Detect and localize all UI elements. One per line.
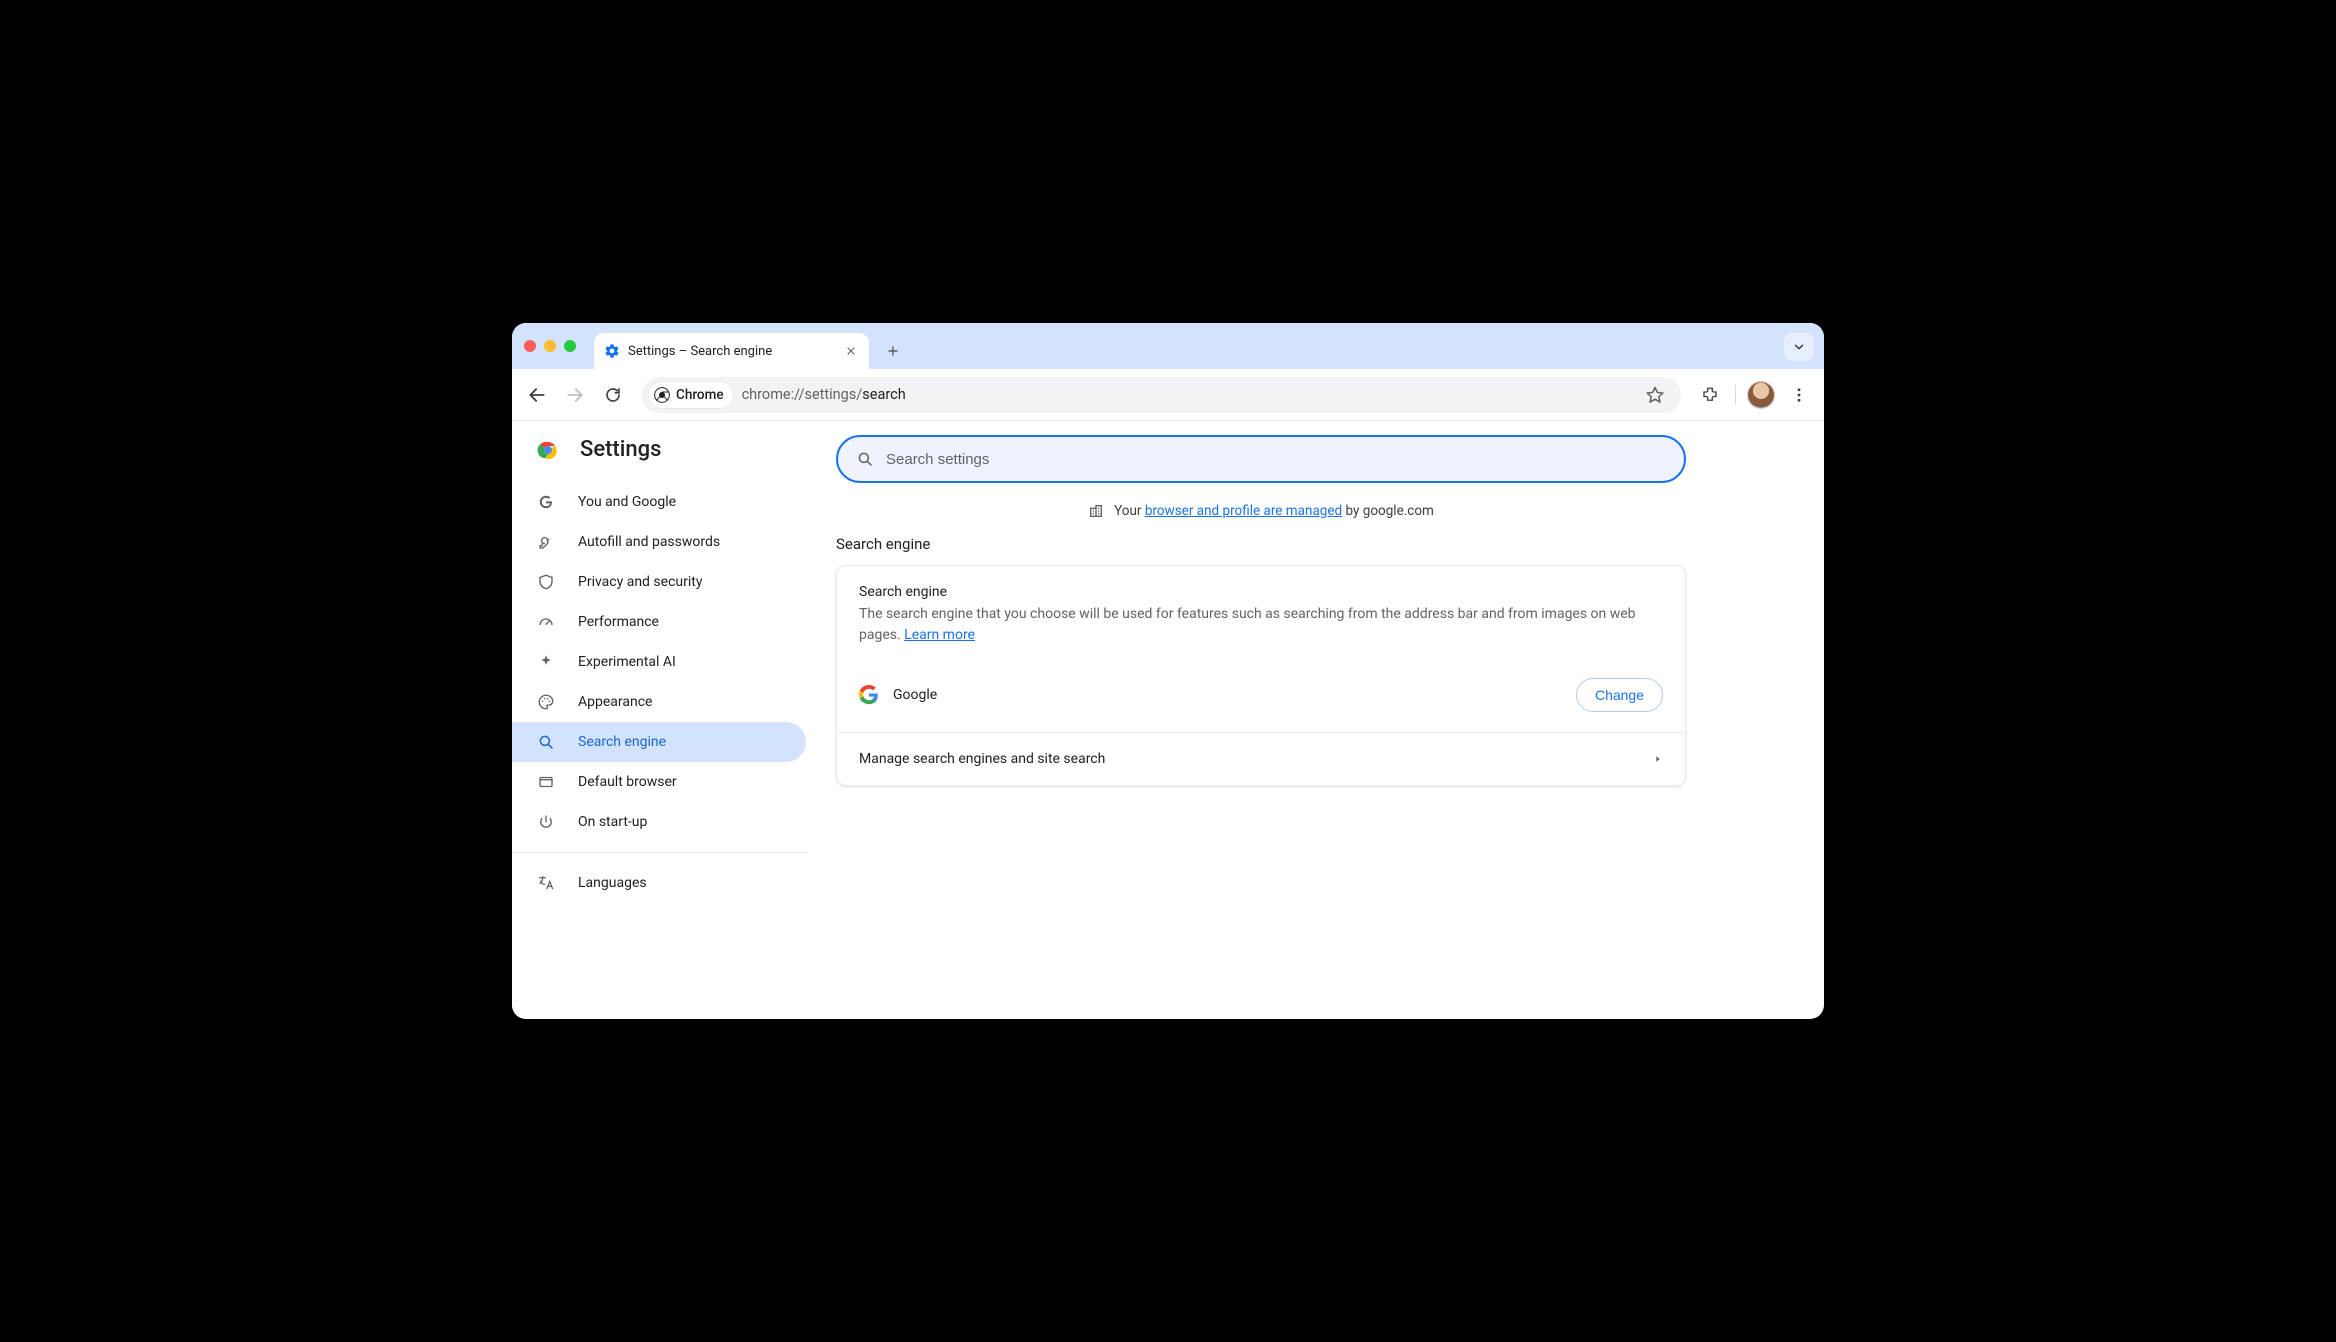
sidebar-item-you-and-google[interactable]: You and Google	[512, 482, 806, 522]
chrome-menu-button[interactable]	[1782, 378, 1816, 412]
translate-icon	[536, 873, 556, 893]
sidebar-item-label: You and Google	[578, 494, 676, 510]
search-settings-field[interactable]	[836, 435, 1686, 483]
managed-text: Your browser and profile are managed by …	[1114, 503, 1434, 519]
sidebar-item-label: On start-up	[578, 814, 647, 830]
browser-tab[interactable]: Settings – Search engine	[594, 333, 869, 369]
toolbar-separator	[1735, 385, 1736, 405]
sidebar-item-on-startup[interactable]: On start-up	[512, 802, 806, 842]
close-window-button[interactable]	[524, 340, 536, 352]
tab-strip: Settings – Search engine	[512, 323, 1824, 369]
forward-button[interactable]	[558, 378, 592, 412]
change-engine-button[interactable]: Change	[1576, 678, 1663, 712]
sidebar-item-languages[interactable]: Languages	[512, 863, 806, 903]
managed-building-icon	[1088, 503, 1104, 519]
avatar-icon	[1747, 381, 1775, 409]
fullscreen-window-button[interactable]	[564, 340, 576, 352]
profile-button[interactable]	[1744, 378, 1778, 412]
sidebar-item-label: Performance	[578, 614, 659, 630]
settings-gear-icon	[604, 343, 620, 359]
content-area: Settings You and Google Autofill and pas…	[512, 421, 1824, 1019]
address-bar[interactable]: Chrome chrome://settings/search	[642, 377, 1681, 413]
sidebar-item-appearance[interactable]: Appearance	[512, 682, 806, 722]
search-settings-input[interactable]	[886, 451, 1666, 468]
sidebar-item-label: Languages	[578, 875, 647, 891]
sidebar-item-performance[interactable]: Performance	[512, 602, 806, 642]
close-tab-button[interactable]	[843, 343, 859, 359]
sidebar-item-label: Experimental AI	[578, 654, 676, 670]
selected-engine-row: Google Change	[837, 664, 1685, 732]
bookmark-star-icon[interactable]	[1641, 381, 1669, 409]
browser-toolbar: Chrome chrome://settings/search	[512, 369, 1824, 421]
shield-icon	[536, 572, 556, 592]
sidebar-item-label: Appearance	[578, 694, 652, 710]
card-description: The search engine that you choose will b…	[859, 604, 1663, 646]
sidebar-item-label: Default browser	[578, 774, 677, 790]
search-icon	[856, 450, 874, 468]
managed-link[interactable]: browser and profile are managed	[1145, 503, 1342, 519]
url-text: chrome://settings/search	[742, 386, 906, 403]
selected-engine-name: Google	[893, 687, 1562, 703]
chevron-right-icon	[1653, 754, 1663, 764]
section-title: Search engine	[836, 535, 1686, 553]
key-icon	[536, 532, 556, 552]
sidebar-nav: You and Google Autofill and passwords Pr…	[512, 478, 822, 907]
sidebar-item-autofill[interactable]: Autofill and passwords	[512, 522, 806, 562]
browser-window-icon	[536, 772, 556, 792]
palette-icon	[536, 692, 556, 712]
sidebar-divider	[512, 852, 806, 853]
sidebar-header: Settings	[512, 437, 822, 478]
sidebar-item-privacy[interactable]: Privacy and security	[512, 562, 806, 602]
reload-button[interactable]	[596, 378, 630, 412]
sidebar-item-default-browser[interactable]: Default browser	[512, 762, 806, 802]
card-label: Search engine	[859, 584, 1663, 600]
search-icon	[536, 732, 556, 752]
chrome-chip-icon	[654, 387, 670, 403]
settings-main: Your browser and profile are managed by …	[822, 421, 1824, 1019]
settings-sidebar: Settings You and Google Autofill and pas…	[512, 421, 822, 1019]
site-chip-label: Chrome	[676, 387, 724, 403]
sidebar-title: Settings	[580, 437, 661, 462]
sidebar-item-label: Autofill and passwords	[578, 534, 720, 550]
managed-notice: Your browser and profile are managed by …	[836, 503, 1686, 519]
sidebar-item-search-engine[interactable]: Search engine	[512, 722, 806, 762]
speedometer-icon	[536, 612, 556, 632]
google-g-icon	[536, 492, 556, 512]
site-chip[interactable]: Chrome	[648, 381, 734, 409]
browser-window: Settings – Search engine	[512, 323, 1824, 1019]
tab-title: Settings – Search engine	[628, 344, 835, 359]
sparkle-icon	[536, 652, 556, 672]
sidebar-item-label: Search engine	[578, 734, 666, 750]
card-header-block: Search engine The search engine that you…	[837, 566, 1685, 664]
search-engine-card: Search engine The search engine that you…	[836, 565, 1686, 786]
manage-row-label: Manage search engines and site search	[859, 751, 1105, 767]
sidebar-item-label: Privacy and security	[578, 574, 702, 590]
sidebar-item-experimental-ai[interactable]: Experimental AI	[512, 642, 806, 682]
extensions-button[interactable]	[1693, 378, 1727, 412]
tab-overflow-button[interactable]	[1784, 333, 1814, 361]
manage-search-engines-row[interactable]: Manage search engines and site search	[837, 733, 1685, 785]
learn-more-link[interactable]: Learn more	[904, 627, 975, 643]
power-icon	[536, 812, 556, 832]
back-button[interactable]	[520, 378, 554, 412]
window-controls	[524, 323, 594, 369]
chrome-logo-icon	[536, 438, 560, 462]
new-tab-button[interactable]	[879, 337, 907, 365]
google-logo-icon	[859, 685, 879, 705]
minimize-window-button[interactable]	[544, 340, 556, 352]
